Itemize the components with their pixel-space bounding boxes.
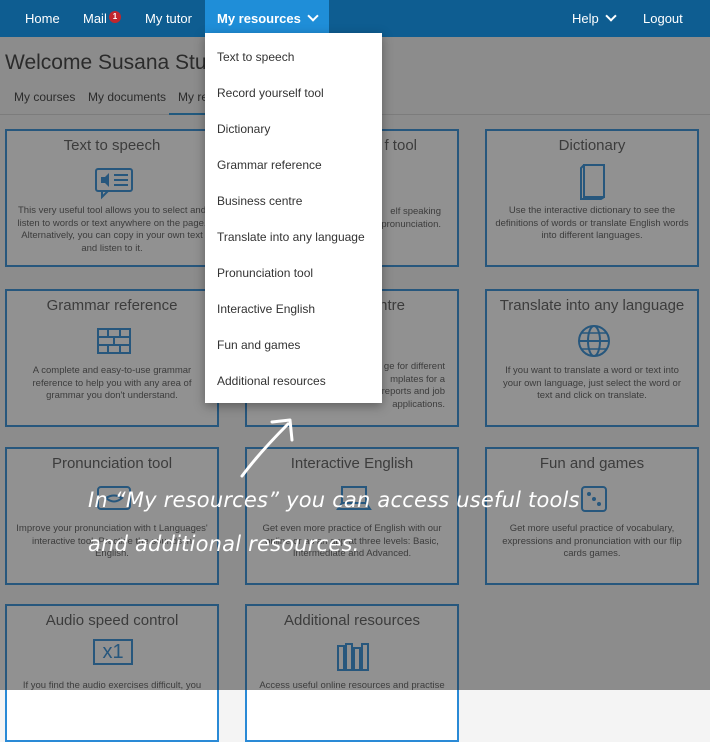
menu-item-dictionary[interactable]: Dictionary xyxy=(217,122,270,136)
nav-home[interactable]: Home xyxy=(25,0,60,37)
nav-help-label: Help xyxy=(572,11,599,26)
menu-item-fun-and-games[interactable]: Fun and games xyxy=(217,338,300,352)
callout-line-1: In “My resources” you can access useful … xyxy=(88,488,580,512)
nav-my-resources-label: My resources xyxy=(217,11,301,26)
mail-badge: 1 xyxy=(109,11,121,23)
chevron-down-icon xyxy=(307,10,319,22)
menu-item-pronunciation-tool[interactable]: Pronunciation tool xyxy=(217,266,313,280)
tutorial-callout: In “My resources” you can access useful … xyxy=(88,478,580,566)
nav-logout[interactable]: Logout xyxy=(643,0,683,37)
nav-mail[interactable]: Mail xyxy=(83,0,107,37)
menu-item-additional-resources[interactable]: Additional resources xyxy=(217,374,326,388)
nav-my-tutor[interactable]: My tutor xyxy=(145,0,192,37)
top-navigation: Home Mail 1 My tutor My resources Help L… xyxy=(0,0,710,37)
menu-item-business-centre[interactable]: Business centre xyxy=(217,194,302,208)
menu-item-translate-into-any-language[interactable]: Translate into any language xyxy=(217,230,365,244)
nav-help[interactable]: Help xyxy=(572,0,617,37)
menu-item-text-to-speech[interactable]: Text to speech xyxy=(217,50,294,64)
chevron-down-icon xyxy=(605,10,617,22)
nav-my-resources[interactable]: My resources xyxy=(205,0,329,37)
callout-line-2: and additional resources. xyxy=(88,532,360,556)
menu-item-grammar-reference[interactable]: Grammar reference xyxy=(217,158,322,172)
menu-item-interactive-english[interactable]: Interactive English xyxy=(217,302,315,316)
menu-item-record-yourself-tool[interactable]: Record yourself tool xyxy=(217,86,324,100)
callout-arrow-icon xyxy=(240,418,294,478)
my-resources-dropdown: Text to speech Record yourself tool Dict… xyxy=(205,33,382,403)
